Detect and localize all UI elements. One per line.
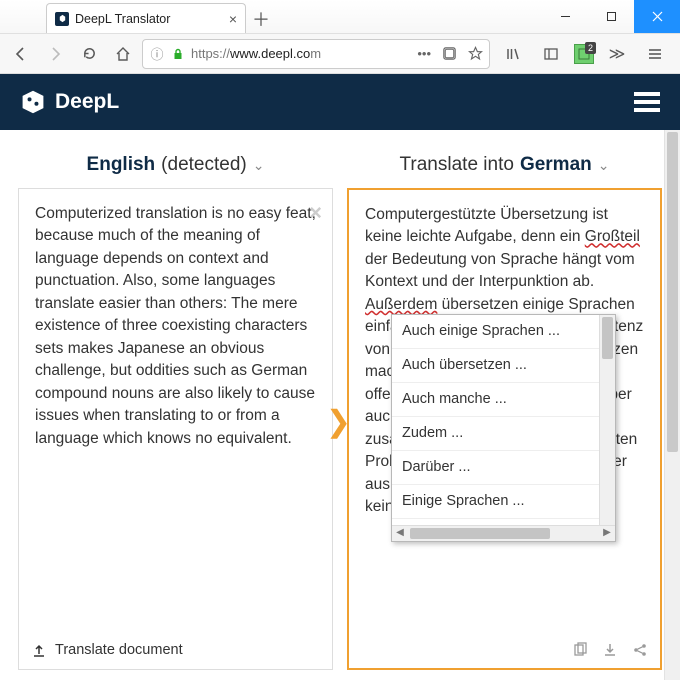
brand-name: DeepL	[55, 90, 119, 114]
alternative-item[interactable]: Zudem ...	[392, 417, 615, 451]
url-text: https://www.deepl.com	[191, 46, 412, 61]
source-text-box[interactable]: × Computerized translation is no easy fe…	[18, 188, 333, 670]
popup-horizontal-scrollbar[interactable]: ◀ ▶	[392, 525, 615, 541]
browser-tab[interactable]: DeepL Translator ×	[46, 3, 246, 33]
source-text[interactable]: Computerized translation is no easy feat…	[35, 203, 316, 450]
source-language-selector[interactable]: English (detected) ⌄	[18, 148, 333, 188]
window-titlebar: DeepL Translator × ＋	[0, 0, 680, 34]
alternative-item[interactable]: Auch übersetzen ...	[392, 349, 615, 383]
scroll-right-icon[interactable]: ▶	[599, 526, 615, 541]
target-text-box[interactable]: Computergestützte Übersetzung ist keine …	[347, 188, 662, 670]
download-icon[interactable]	[602, 642, 618, 658]
target-bottom-bar	[349, 632, 660, 668]
extension-badge[interactable]: 2	[574, 44, 594, 64]
chevron-down-icon: ⌄	[253, 157, 265, 174]
new-tab-button[interactable]: ＋	[246, 4, 276, 33]
alternatives-popup: Auch einige Sprachen ... Auch übersetzen…	[391, 314, 616, 542]
tab-close-icon[interactable]: ×	[229, 11, 237, 27]
window-minimize-button[interactable]	[542, 0, 588, 33]
target-pane: Translate into German ⌄ Computergestützt…	[347, 148, 662, 670]
reader-mode-icon[interactable]	[441, 46, 457, 62]
forward-button[interactable]	[40, 39, 70, 69]
page-actions-icon[interactable]: •••	[417, 46, 431, 61]
clear-source-icon[interactable]: ×	[309, 197, 322, 229]
alternative-item[interactable]: Darüber ...	[392, 451, 615, 485]
overflow-menu-icon[interactable]: ≫	[602, 39, 632, 69]
popup-vertical-scrollbar[interactable]	[599, 315, 615, 525]
browser-toolbar: ⓘ https://www.deepl.com ••• 2 ≫	[0, 34, 680, 74]
menu-button[interactable]	[634, 88, 660, 116]
site-info-icon[interactable]: ⓘ	[149, 46, 165, 62]
library-icon[interactable]	[498, 39, 528, 69]
source-pane: English (detected) ⌄ × Computerized tran…	[18, 148, 333, 670]
alternative-item[interactable]: Auch einige Sprachen ...	[392, 315, 615, 349]
reload-button[interactable]	[74, 39, 104, 69]
translation-content: English (detected) ⌄ × Computerized tran…	[0, 130, 680, 680]
target-language-label: German	[520, 154, 592, 176]
source-language-label: English	[87, 154, 156, 176]
tab-title: DeepL Translator	[75, 12, 170, 26]
address-bar[interactable]: ⓘ https://www.deepl.com •••	[142, 39, 490, 69]
home-button[interactable]	[108, 39, 138, 69]
page-vertical-scrollbar[interactable]	[664, 130, 680, 680]
chevron-down-icon: ⌄	[598, 157, 610, 174]
target-header-prefix: Translate into	[400, 154, 514, 176]
copy-icon[interactable]	[572, 642, 588, 658]
extension-badge-count: 2	[585, 42, 596, 54]
sidebar-icon[interactable]	[536, 39, 566, 69]
lock-icon	[170, 46, 186, 62]
window-close-button[interactable]	[634, 0, 680, 33]
tab-favicon	[55, 12, 69, 26]
translate-document-button[interactable]: Translate document	[55, 640, 183, 661]
window-maximize-button[interactable]	[588, 0, 634, 33]
alternative-item[interactable]: Auch manche ...	[392, 383, 615, 417]
brand-logo[interactable]: DeepL	[20, 89, 119, 115]
app-header: DeepL	[0, 74, 680, 130]
share-icon[interactable]	[632, 642, 648, 658]
scroll-left-icon[interactable]: ◀	[392, 526, 408, 541]
bookmark-star-icon[interactable]	[467, 46, 483, 62]
source-detected-label: (detected)	[161, 154, 247, 176]
alternatives-list: Auch einige Sprachen ... Auch übersetzen…	[392, 315, 615, 525]
alternative-item[interactable]: Einige Sprachen ...	[392, 485, 615, 519]
target-language-selector[interactable]: Translate into German ⌄	[347, 148, 662, 188]
upload-icon[interactable]	[31, 643, 47, 659]
back-button[interactable]	[6, 39, 36, 69]
deepl-logo-icon	[20, 89, 46, 115]
app-menu-icon[interactable]	[640, 39, 670, 69]
source-bottom-bar: Translate document	[19, 633, 332, 669]
window-buttons	[542, 0, 680, 33]
